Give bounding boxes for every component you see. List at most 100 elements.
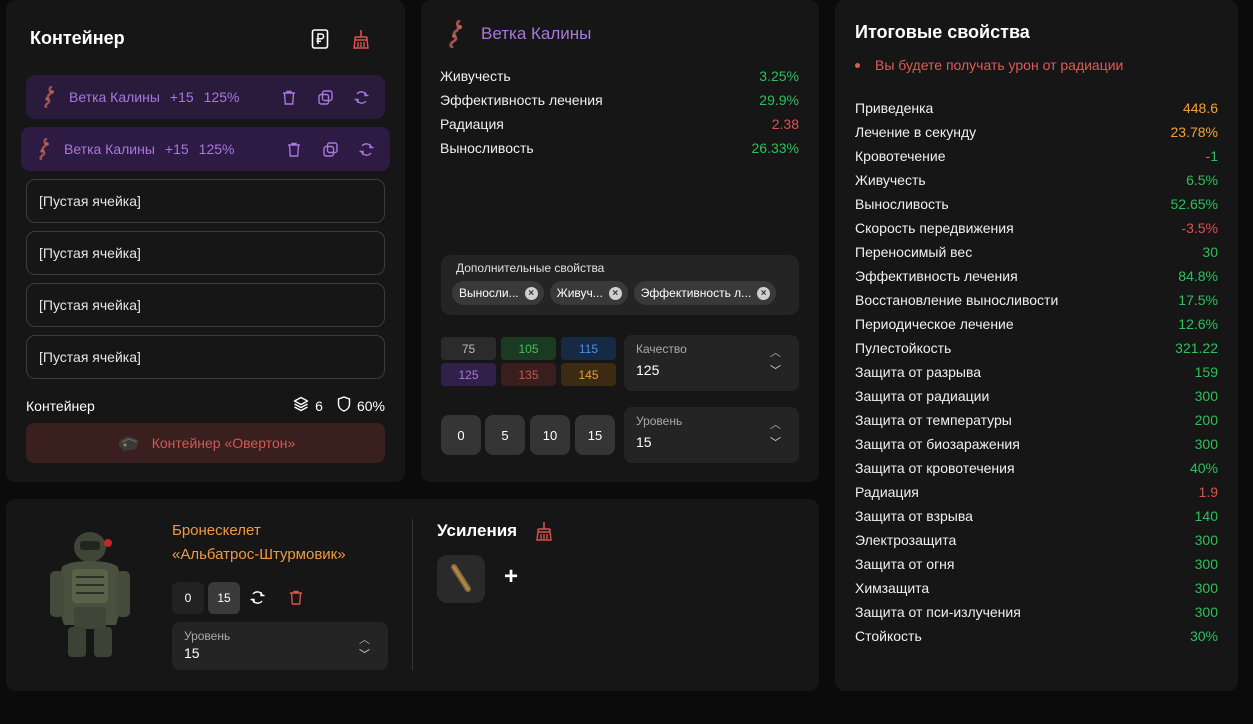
armor-level-15-button[interactable]: 15 bbox=[208, 582, 240, 614]
empty-slot-2[interactable]: [Пустая ячейка] bbox=[26, 231, 385, 275]
close-icon[interactable]: × bbox=[757, 286, 771, 300]
level-select[interactable]: Уровень 15 ︿ ﹀ bbox=[624, 407, 799, 463]
empty-slot-4[interactable]: [Пустая ячейка] bbox=[26, 335, 385, 379]
boost-syringe-icon bbox=[451, 564, 471, 592]
quality-option[interactable]: 145 bbox=[561, 363, 616, 386]
radiation-warning-text: Вы будете получать урон от радиации bbox=[875, 57, 1124, 73]
slot-artifact-quality: 125% bbox=[203, 89, 240, 105]
quality-option[interactable]: 135 bbox=[501, 363, 556, 386]
stat-value: 40% bbox=[1189, 460, 1218, 476]
chevron-down-icon[interactable]: ﹀ bbox=[770, 434, 781, 450]
container-select-label: Контейнер «Овертон» bbox=[151, 435, 296, 451]
artifact-slot-1[interactable]: Ветка Калины +15 125% bbox=[26, 75, 385, 119]
stat-label: Восстановление выносливости bbox=[855, 292, 1059, 308]
twig-icon bbox=[449, 20, 462, 48]
close-icon[interactable]: × bbox=[524, 286, 538, 300]
quality-option[interactable]: 125 bbox=[441, 363, 496, 386]
totals-stat-row: Защита от температуры 200 bbox=[855, 412, 1218, 428]
slot-artifact-level: +15 bbox=[169, 89, 194, 105]
chevron-up-icon[interactable]: ︿ bbox=[770, 416, 781, 432]
stat-value: 300 bbox=[1194, 388, 1218, 404]
totals-stat-row: Периодическое лечение 12.6% bbox=[855, 316, 1218, 332]
empty-slot-1[interactable]: [Пустая ячейка] bbox=[26, 179, 385, 223]
trash-icon[interactable] bbox=[283, 138, 305, 160]
stat-label: Лечение в секунду bbox=[855, 124, 977, 140]
container-panel: Контейнер Ветка Калины +15 125% Ветка Ка… bbox=[6, 0, 405, 482]
totals-stat-row: Защита от биозаражения 300 bbox=[855, 436, 1218, 452]
stat-label: Кровотечение bbox=[855, 148, 946, 164]
level-0-button[interactable]: 0 bbox=[441, 415, 481, 455]
bullet-icon bbox=[855, 62, 860, 68]
chevron-down-icon[interactable]: ﹀ bbox=[359, 646, 370, 662]
refresh-icon[interactable] bbox=[350, 86, 372, 108]
stat-label: Защита от огня bbox=[855, 556, 955, 572]
totals-stat-row: Защита от пси-излучения 300 bbox=[855, 604, 1218, 620]
empty-slot-label: [Пустая ячейка] bbox=[39, 349, 141, 365]
totals-stat-row: Защита от кровотечения 40% bbox=[855, 460, 1218, 476]
level-5-button[interactable]: 5 bbox=[485, 415, 525, 455]
stat-label: Радиация bbox=[855, 484, 919, 500]
artifact-stat-row: Живучесть 3.25% bbox=[440, 68, 799, 84]
stat-label: Защита от биозаражения bbox=[855, 436, 1020, 452]
stat-label: Защита от взрыва bbox=[855, 508, 973, 524]
add-boost-button[interactable]: + bbox=[504, 563, 518, 591]
trash-icon[interactable] bbox=[278, 86, 300, 108]
refresh-icon[interactable] bbox=[250, 590, 265, 610]
totals-stat-row: Восстановление выносливости 17.5% bbox=[855, 292, 1218, 308]
stat-value: 30% bbox=[1189, 628, 1218, 644]
chevron-up-icon[interactable]: ︿ bbox=[770, 344, 781, 360]
empty-slot-3[interactable]: [Пустая ячейка] bbox=[26, 283, 385, 327]
stat-value: 29.9% bbox=[759, 92, 799, 108]
armor-level-select[interactable]: Уровень 15 ︿ ﹀ bbox=[172, 622, 388, 670]
stat-label: Выносливость bbox=[440, 140, 534, 156]
broom-icon[interactable] bbox=[535, 521, 553, 546]
chevron-up-icon[interactable]: ︿ bbox=[359, 631, 370, 647]
stat-label: Приведенка bbox=[855, 100, 934, 116]
property-chip[interactable]: Живуч... × bbox=[549, 281, 628, 305]
level-select-value: 15 bbox=[636, 434, 652, 450]
empty-slot-label: [Пустая ячейка] bbox=[39, 193, 141, 209]
stat-value: 52.65% bbox=[1170, 196, 1218, 212]
totals-stat-row: Защита от радиации 300 bbox=[855, 388, 1218, 404]
totals-stat-row: Радиация 1.9 bbox=[855, 484, 1218, 500]
container-select-button[interactable]: Контейнер «Овертон» bbox=[26, 423, 385, 463]
quality-option[interactable]: 115 bbox=[561, 337, 616, 360]
level-15-button[interactable]: 15 bbox=[575, 415, 615, 455]
price-tag-icon[interactable] bbox=[309, 28, 331, 50]
empty-slot-label: [Пустая ячейка] bbox=[39, 245, 141, 261]
quality-select[interactable]: Качество 125 ︿ ﹀ bbox=[624, 335, 799, 391]
chevron-down-icon[interactable]: ﹀ bbox=[770, 362, 781, 378]
copy-icon[interactable] bbox=[314, 86, 336, 108]
refresh-icon[interactable] bbox=[355, 138, 377, 160]
totals-stat-row: Пулестойкость 321.22 bbox=[855, 340, 1218, 356]
stat-label: Пулестойкость bbox=[855, 340, 952, 356]
stat-value: 26.33% bbox=[751, 140, 799, 156]
boost-slot[interactable] bbox=[437, 555, 485, 603]
totals-title: Итоговые свойства bbox=[855, 22, 1030, 42]
stat-label: Защита от разрыва bbox=[855, 364, 982, 380]
totals-stat-row: Химзащита 300 bbox=[855, 580, 1218, 596]
stat-value: 300 bbox=[1194, 556, 1218, 572]
totals-stat-row: Переносимый вес 30 bbox=[855, 244, 1218, 260]
stat-label: Стойкость bbox=[855, 628, 922, 644]
stat-value: 200 bbox=[1194, 412, 1218, 428]
armor-name: Бронескелет «Альбатрос-Штурмовик» bbox=[172, 519, 402, 567]
property-chip[interactable]: Выносли... × bbox=[452, 281, 544, 305]
trash-icon[interactable] bbox=[289, 590, 303, 610]
armor-level-0-button[interactable]: 0 bbox=[172, 582, 204, 614]
artifact-slot-2[interactable]: Ветка Калины +15 125% bbox=[21, 127, 390, 171]
close-icon[interactable]: × bbox=[608, 286, 622, 300]
level-10-button[interactable]: 10 bbox=[530, 415, 570, 455]
twig-icon bbox=[44, 86, 54, 108]
extra-properties-box[interactable]: Дополнительные свойства Выносли... × Живу… bbox=[441, 255, 799, 315]
armor-name-line1: Бронескелет bbox=[172, 522, 261, 539]
quality-option[interactable]: 105 bbox=[501, 337, 556, 360]
quality-select-value: 125 bbox=[636, 362, 660, 378]
copy-icon[interactable] bbox=[319, 138, 341, 160]
property-chip[interactable]: Эффективность л... × bbox=[633, 281, 777, 305]
stat-value: 12.6% bbox=[1178, 316, 1218, 332]
container-icon bbox=[118, 436, 139, 451]
layers-icon bbox=[293, 396, 309, 415]
quality-option[interactable]: 75 bbox=[441, 337, 496, 360]
broom-icon[interactable] bbox=[350, 28, 372, 50]
